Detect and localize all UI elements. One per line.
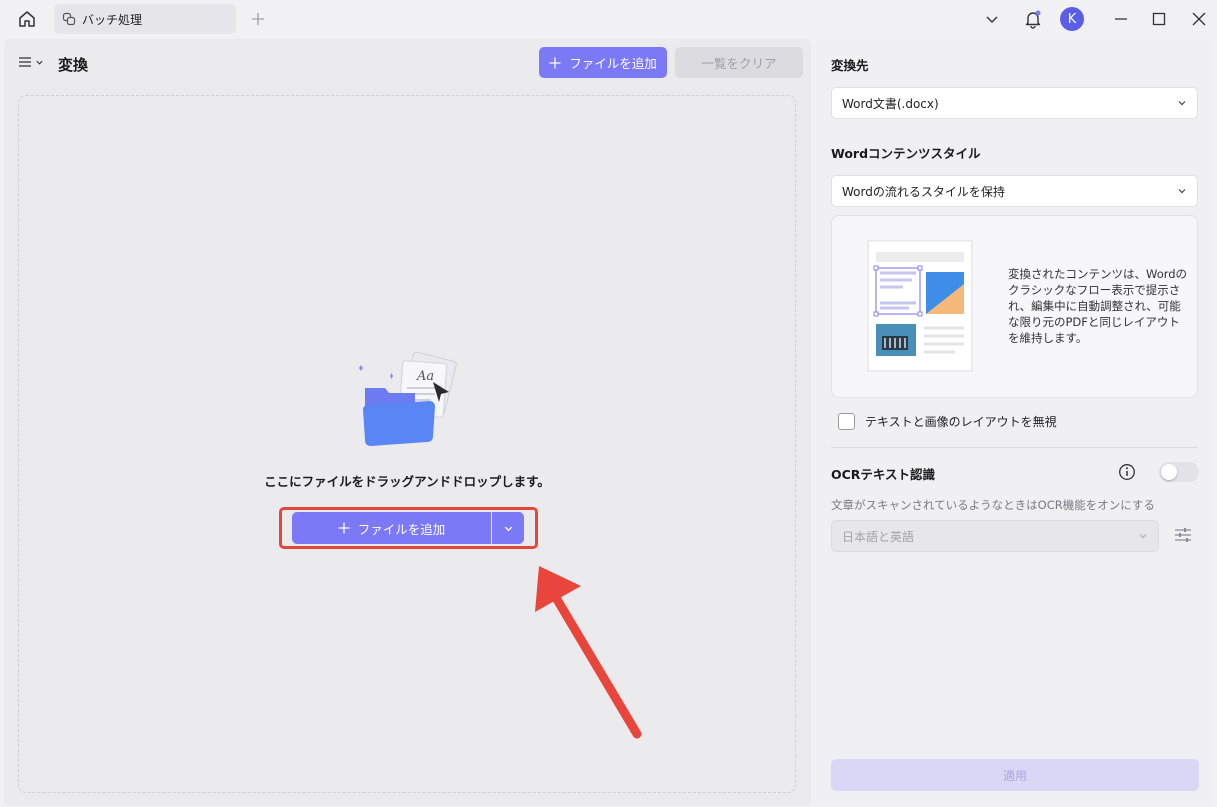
- apply-button[interactable]: 適用: [831, 759, 1199, 791]
- drop-instructions: ここにファイルをドラッグアンドドロップします。: [264, 474, 550, 489]
- convert-to-select[interactable]: Word文書(.docx): [831, 87, 1198, 119]
- toggle-knob: [1161, 464, 1177, 480]
- convert-to-label: 変換先: [831, 58, 869, 73]
- apply-label: 適用: [1002, 768, 1027, 783]
- style-description: 変換されたコンテンツは、Wordのクラシックなフロー表示で提示され、編集中に自動…: [1008, 267, 1188, 345]
- chevron-down-icon: [1139, 534, 1147, 539]
- svg-text:Aa: Aa: [416, 369, 434, 384]
- ocr-label: OCRテキスト認識: [831, 467, 936, 482]
- home-icon: [19, 11, 35, 27]
- dropdown-button[interactable]: [980, 0, 1004, 38]
- batch-icon: [62, 12, 76, 26]
- ignore-layout-label: テキストと画像のレイアウトを無視: [865, 415, 1057, 429]
- ocr-toggle[interactable]: [1159, 462, 1199, 482]
- minimize-icon: [1115, 18, 1127, 20]
- close-icon: [1192, 12, 1206, 26]
- ocr-language-value: 日本語と英語: [842, 529, 915, 544]
- ignore-layout-checkbox[interactable]: [838, 413, 855, 430]
- title-bar: バッチ処理 K: [0, 0, 1217, 38]
- ocr-language-select[interactable]: 日本語と英語: [831, 520, 1159, 552]
- clear-list-label: 一覧をクリア: [701, 56, 777, 71]
- plus-icon: [549, 57, 561, 68]
- settings-panel: 変換先 Word文書(.docx) Wordコンテンツスタイル Wordの流れる…: [816, 39, 1213, 806]
- maximize-icon: [1152, 12, 1166, 26]
- clear-list-button[interactable]: 一覧をクリア: [675, 47, 803, 78]
- convert-to-value: Word文書(.docx): [842, 96, 939, 111]
- content-style-select[interactable]: Wordの流れるスタイルを保持: [831, 175, 1198, 207]
- red-arrow-annotation: [535, 566, 642, 739]
- notification-button[interactable]: [1020, 0, 1046, 38]
- content-style-label: Wordコンテンツスタイル: [831, 146, 981, 161]
- chevron-down-icon: [36, 60, 43, 65]
- add-file-main-label: ファイルを追加: [357, 521, 446, 537]
- style-preview-card: 変換されたコンテンツは、Wordのクラシックなフロー表示で提示され、編集中に自動…: [831, 215, 1198, 398]
- document-preview-image: [867, 240, 973, 372]
- chevron-down-icon: [1178, 101, 1186, 106]
- sliders-icon[interactable]: [1173, 525, 1193, 545]
- menu-button[interactable]: [18, 55, 44, 69]
- ignore-layout-option[interactable]: テキストと画像のレイアウトを無視: [838, 413, 1057, 430]
- page-title: 変換: [58, 56, 89, 74]
- minimize-button[interactable]: [1109, 0, 1133, 38]
- add-file-label: ファイルを追加: [569, 56, 657, 71]
- home-button[interactable]: [14, 6, 40, 32]
- chevron-down-icon: [1178, 189, 1186, 194]
- ocr-hint: 文章がスキャンされているようなときはOCR機能をオンにする: [831, 498, 1155, 512]
- conversion-panel: 変換 ファイルを追加 一覧をクリア Aa ここにファイルをドラッグアンドドロップ…: [4, 39, 811, 806]
- tab-label: バッチ処理: [82, 12, 143, 27]
- bell-icon: [1025, 10, 1041, 29]
- chevron-down-icon: [504, 526, 512, 531]
- info-icon[interactable]: [1118, 463, 1136, 481]
- tab-batch[interactable]: バッチ処理: [54, 4, 236, 34]
- chevron-down-icon: [986, 16, 998, 23]
- add-file-button[interactable]: ファイルを追加: [539, 47, 667, 78]
- divider: [831, 447, 1198, 448]
- plus-icon: [338, 522, 350, 534]
- new-tab-button[interactable]: [247, 8, 269, 30]
- hamburger-icon: [19, 57, 31, 67]
- account-button[interactable]: K: [1059, 0, 1085, 38]
- add-file-main-button[interactable]: ファイルを追加: [292, 512, 491, 544]
- folder-files-illustration: Aa: [359, 352, 457, 446]
- maximize-button[interactable]: [1147, 0, 1171, 38]
- add-file-dropdown-button[interactable]: [492, 512, 524, 544]
- close-button[interactable]: [1187, 0, 1211, 38]
- content-style-value: Wordの流れるスタイルを保持: [842, 184, 1005, 199]
- drop-zone[interactable]: Aa ここにファイルをドラッグアンドドロップします。 ファイルを追加: [18, 95, 796, 793]
- plus-icon: [252, 13, 264, 25]
- avatar: K: [1060, 7, 1084, 31]
